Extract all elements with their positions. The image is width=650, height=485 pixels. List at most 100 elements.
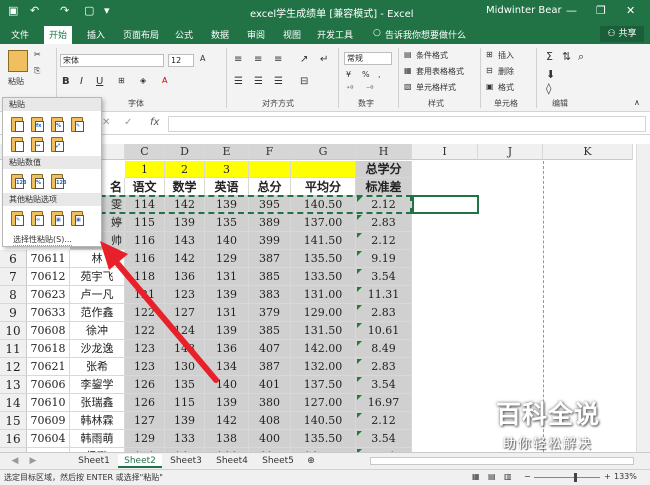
comma-button[interactable]: , [378, 70, 381, 79]
cell-h[interactable]: 9.19 [356, 250, 412, 268]
error-indicator-icon[interactable] [357, 323, 362, 328]
tab-developer[interactable]: 开发工具 [312, 27, 358, 42]
row-header[interactable]: 7 [0, 268, 27, 286]
cell-a[interactable]: 70608 [27, 322, 70, 340]
number-format-combo[interactable]: 常规 [344, 52, 392, 65]
error-indicator-icon[interactable] [357, 377, 362, 382]
tab-home[interactable]: 开始 [44, 26, 73, 44]
cell-f[interactable]: 400 [249, 430, 291, 448]
vertical-scrollbar[interactable] [636, 144, 650, 452]
cell-f[interactable]: 379 [249, 304, 291, 322]
cell-b[interactable]: 徐冲 [70, 322, 125, 340]
grow-font-icon[interactable]: A [200, 54, 205, 63]
cell-e[interactable]: 139 [205, 394, 249, 412]
active-cell-i[interactable] [412, 195, 479, 214]
page-break-view-icon[interactable]: ▥ [504, 472, 512, 481]
row-header[interactable]: 9 [0, 304, 27, 322]
customize-qat-icon[interactable]: ▾ [104, 4, 110, 17]
cell-g-row5[interactable]: 137.00 [291, 214, 356, 232]
row-header[interactable]: 11 [0, 340, 27, 358]
cell-c-row5[interactable]: 115 [125, 214, 165, 232]
zoom-slider[interactable] [534, 477, 600, 478]
cell-h[interactable]: 2.12 [356, 412, 412, 430]
error-indicator-icon[interactable] [357, 359, 362, 364]
row-header[interactable]: 13 [0, 376, 27, 394]
decrease-decimal-icon[interactable]: ⁻⁰ [366, 84, 373, 93]
cell-e[interactable]: 138 [205, 430, 249, 448]
cell-g[interactable]: 140.50 [291, 412, 356, 430]
paste-special-item[interactable]: 选择性粘贴(S)... [13, 234, 72, 246]
cell-a[interactable]: 70633 [27, 304, 70, 322]
cell-h[interactable]: 2.83 [356, 358, 412, 376]
cell-g-header1[interactable] [291, 161, 356, 178]
paste-no-borders-icon[interactable] [9, 135, 25, 153]
paste-transpose-icon[interactable]: ⤢ [49, 135, 65, 153]
sheet-tab-4[interactable]: Sheet4 [210, 454, 254, 468]
cell-c[interactable]: 123 [125, 340, 165, 358]
new-file-icon[interactable]: ▢ [84, 4, 94, 17]
cell-h-header2[interactable]: 标准差 [356, 178, 412, 196]
cell-e[interactable]: 139 [205, 322, 249, 340]
cell-g[interactable]: 137.50 [291, 376, 356, 394]
cond-format-button[interactable]: 条件格式 [416, 50, 448, 61]
align-top-icon[interactable]: ≡ [234, 54, 242, 65]
paste-formatting-icon[interactable]: ✎ [9, 209, 25, 227]
cell-d[interactable]: 115 [165, 394, 205, 412]
cut-icon[interactable]: ✂ [34, 50, 41, 59]
sheet-tab-3[interactable]: Sheet3 [164, 454, 208, 468]
zoom-out-icon[interactable]: − [524, 472, 531, 481]
prev-sheet-icon[interactable]: ◀ [8, 454, 22, 468]
paste-keep-column-widths-icon[interactable]: ↔ [29, 135, 45, 153]
align-right-icon[interactable]: ☰ [274, 76, 283, 87]
autosum-icon[interactable]: Σ [546, 50, 553, 63]
cell-f[interactable]: 387 [249, 250, 291, 268]
cell-c[interactable]: 118 [125, 268, 165, 286]
row-header[interactable]: 8 [0, 286, 27, 304]
close-button[interactable]: ✕ [626, 4, 635, 17]
column-header-c[interactable]: C [125, 144, 165, 160]
column-header-d[interactable]: D [165, 144, 205, 160]
currency-icon[interactable]: ¥ [346, 70, 351, 79]
cell-b[interactable]: 韩林霖 [70, 412, 125, 430]
underline-button[interactable]: U [96, 76, 103, 87]
cell-f-header1[interactable] [249, 161, 291, 178]
font-color-icon[interactable]: A [162, 76, 167, 85]
enter-icon[interactable]: ✓ [124, 117, 132, 128]
font-name-combo[interactable]: 宋体 [60, 54, 164, 67]
insert-function-icon[interactable]: fx [150, 117, 159, 128]
cell-d-header2[interactable]: 数学 [165, 178, 205, 196]
error-indicator-icon[interactable] [357, 269, 362, 274]
cell-f[interactable]: 380 [249, 394, 291, 412]
wrap-text-icon[interactable]: ↵ [320, 54, 328, 65]
paste-link-icon[interactable]: ∞ [29, 209, 45, 227]
column-header-j[interactable]: J [478, 144, 543, 160]
redo-icon[interactable]: ↷ [60, 4, 69, 17]
paste-picture-icon[interactable]: ▣ [49, 209, 65, 227]
add-sheet-icon[interactable]: ⊕ [304, 454, 318, 468]
cell-b[interactable]: 张瑞鑫 [70, 394, 125, 412]
cell-d-row5[interactable]: 139 [165, 214, 205, 232]
cell-e-header2[interactable]: 英语 [205, 178, 249, 196]
cell-f[interactable]: 407 [249, 340, 291, 358]
row-header[interactable]: 6 [0, 250, 27, 268]
tab-review[interactable]: 审阅 [242, 27, 270, 42]
cell-d[interactable]: 135 [165, 376, 205, 394]
zoom-slider-thumb[interactable] [574, 473, 577, 482]
align-left-icon[interactable]: ☰ [234, 76, 243, 87]
cell-e[interactable]: 134 [205, 358, 249, 376]
cell-b[interactable]: 林 [70, 250, 125, 268]
restore-button[interactable]: ❐ [596, 4, 606, 17]
align-middle-icon[interactable]: ≡ [254, 54, 262, 65]
italic-button[interactable]: I [80, 76, 83, 87]
fill-color-icon[interactable]: ◈ [140, 76, 146, 85]
merge-icon[interactable]: ⊟ [300, 76, 308, 87]
column-header-e[interactable]: E [205, 144, 249, 160]
cell-g[interactable]: 142.00 [291, 340, 356, 358]
cell-e-row6[interactable]: 140 [205, 232, 249, 250]
paste-values-icon[interactable]: 123 [9, 172, 26, 190]
cell-c[interactable]: 127 [125, 412, 165, 430]
zoom-level[interactable]: 133% [614, 472, 637, 481]
error-indicator-icon[interactable] [357, 305, 362, 310]
cell-f[interactable]: 385 [249, 268, 291, 286]
cell-h[interactable]: 3.54 [356, 376, 412, 394]
